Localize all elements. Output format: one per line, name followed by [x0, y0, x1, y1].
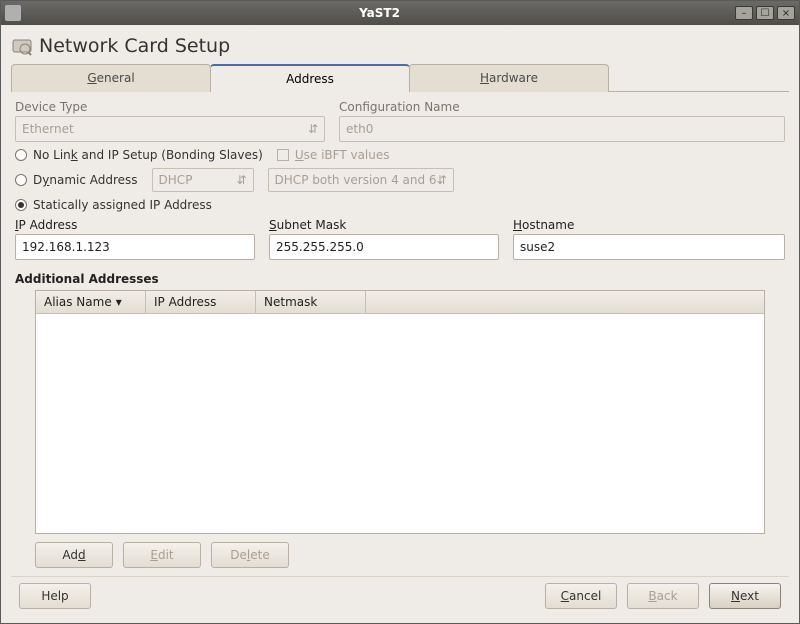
- window-title: YaST2: [27, 6, 732, 20]
- network-card-icon: [11, 35, 33, 57]
- chevron-updown-icon: ⇵: [236, 173, 246, 187]
- ip-address-input[interactable]: 192.168.1.123: [15, 234, 255, 260]
- edit-button: Edit: [123, 542, 201, 568]
- radio-static-ip[interactable]: Statically assigned IP Address: [15, 198, 212, 212]
- sort-desc-icon: ▾: [116, 295, 122, 309]
- page-header: Network Card Setup: [11, 31, 789, 63]
- tab-hardware[interactable]: Hardware: [409, 64, 609, 92]
- tab-body-address: Device Type Ethernet ⇵ Configuration Nam…: [11, 92, 789, 576]
- subnet-mask-label: Subnet Mask: [269, 218, 499, 232]
- table-header: Alias Name ▾ IP Address Netmask: [36, 291, 764, 314]
- radio-dynamic-address[interactable]: Dynamic Address: [15, 173, 138, 187]
- device-type-label: Device Type: [15, 100, 325, 114]
- dhcp-type-combo: DHCP ⇵: [152, 168, 254, 192]
- radio-icon: [15, 199, 27, 211]
- tab-bar: General Address Hardware: [11, 63, 789, 92]
- config-name-label: Configuration Name: [339, 100, 785, 114]
- col-alias-name[interactable]: Alias Name ▾: [36, 291, 146, 313]
- checkbox-icon: [277, 149, 289, 161]
- tab-general[interactable]: General: [11, 64, 211, 92]
- radio-icon: [15, 149, 27, 161]
- config-name-field: eth0: [339, 116, 785, 142]
- cancel-button[interactable]: Cancel: [545, 583, 617, 609]
- app-window: YaST2 – ☐ × Network Card Setup General A…: [0, 0, 800, 624]
- col-ip-address[interactable]: IP Address: [146, 291, 256, 313]
- next-button[interactable]: Next: [709, 583, 781, 609]
- minimize-button[interactable]: –: [735, 6, 753, 20]
- hostname-input[interactable]: suse2: [513, 234, 785, 260]
- tab-address[interactable]: Address: [210, 64, 410, 92]
- back-button: Back: [627, 583, 699, 609]
- titlebar: YaST2 – ☐ ×: [1, 1, 799, 25]
- add-button[interactable]: Add: [35, 542, 113, 568]
- device-type-combo: Ethernet ⇵: [15, 116, 325, 142]
- radio-icon: [15, 174, 27, 186]
- help-button[interactable]: Help: [19, 583, 91, 609]
- chevron-updown-icon: ⇵: [308, 122, 318, 136]
- table-body: [36, 314, 764, 533]
- delete-button: Delete: [211, 542, 289, 568]
- app-icon: [5, 5, 21, 21]
- maximize-button[interactable]: ☐: [756, 6, 774, 20]
- additional-addresses-table[interactable]: Alias Name ▾ IP Address Netmask: [35, 290, 765, 534]
- page-title: Network Card Setup: [39, 35, 230, 57]
- chevron-updown-icon: ⇵: [437, 173, 447, 187]
- footer-bar: Help Cancel Back Next: [11, 576, 789, 615]
- subnet-mask-input[interactable]: 255.255.255.0: [269, 234, 499, 260]
- dhcp-version-combo: DHCP both version 4 and 6 ⇵: [268, 168, 454, 192]
- close-button[interactable]: ×: [777, 6, 795, 20]
- content-area: Network Card Setup General Address Hardw…: [1, 25, 799, 623]
- radio-no-link[interactable]: No Link and IP Setup (Bonding Slaves): [15, 148, 263, 162]
- additional-buttons: Add Edit Delete: [15, 542, 785, 572]
- ip-address-label: IP Address: [15, 218, 255, 232]
- hostname-label: Hostname: [513, 218, 785, 232]
- checkbox-use-ibft: Use iBFT values: [277, 148, 390, 162]
- col-netmask[interactable]: Netmask: [256, 291, 366, 313]
- additional-addresses-title: Additional Addresses: [15, 272, 785, 286]
